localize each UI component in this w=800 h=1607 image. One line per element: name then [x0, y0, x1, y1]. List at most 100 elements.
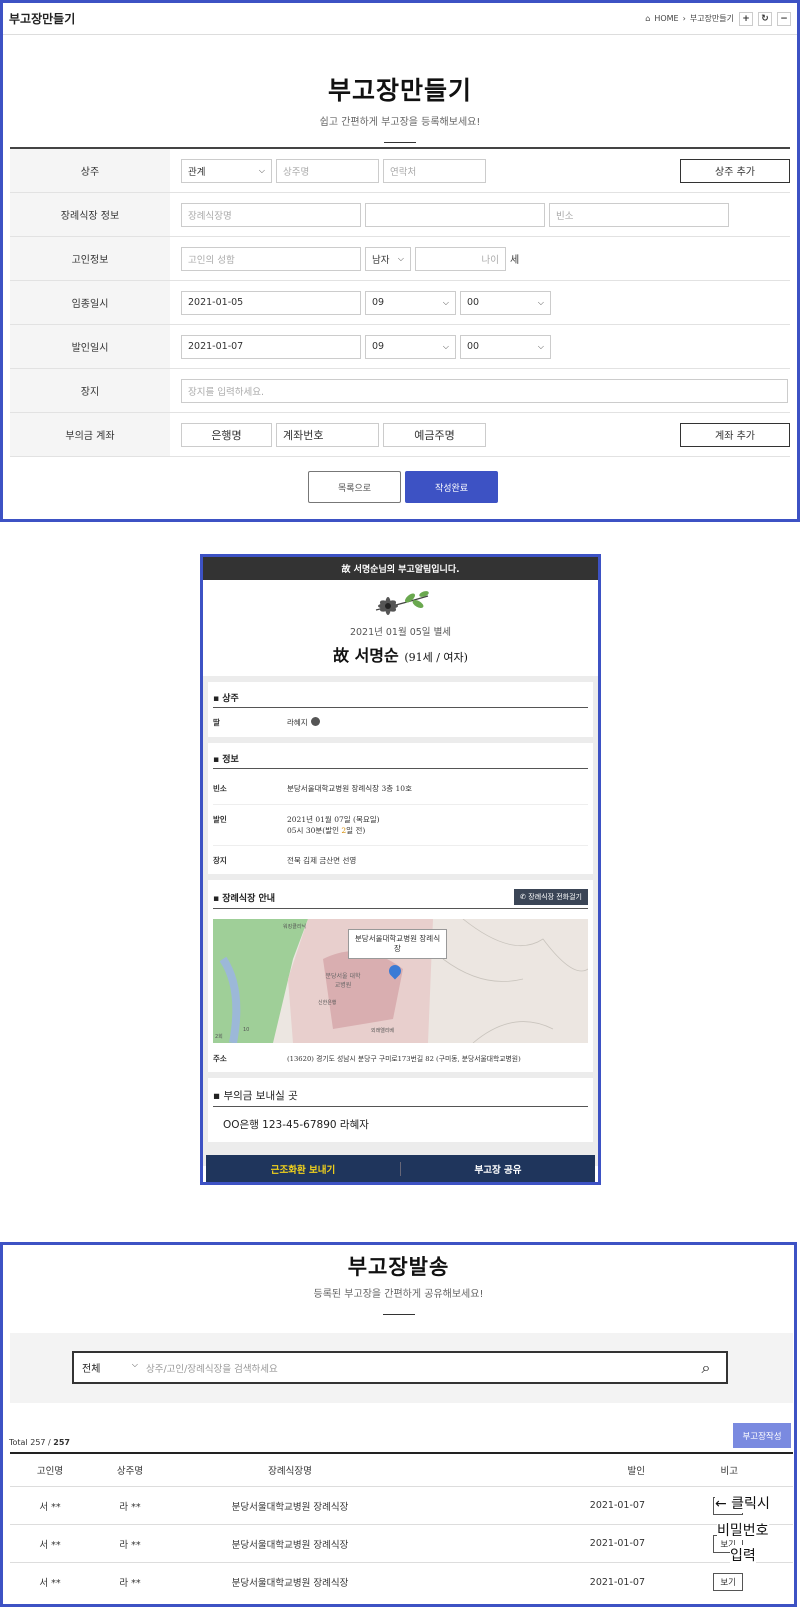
bank-name-input[interactable]: 은행명 — [181, 422, 272, 447]
title-divider — [384, 142, 416, 143]
phone-icon[interactable] — [310, 717, 320, 726]
relation-select[interactable]: 관계 ⌵ — [181, 158, 272, 183]
form-row-burial-place: 장지 장지를 입력하세요. — [10, 369, 790, 413]
room-key: 빈소 — [213, 784, 227, 793]
send-wreath-button[interactable]: 근조화환 보내기 — [206, 1162, 400, 1176]
send-subtitle: 등록된 부고장을 간편하게 공유해보세요! — [313, 1289, 484, 1300]
mourner-contact-input[interactable]: 연락처 — [383, 158, 486, 183]
page-title: 부고장만들기 — [327, 76, 472, 105]
flower-icon — [203, 586, 598, 620]
search-bar: 전체 ⌵ 상주/고인/장례식장을 검색하세요 ⌕ — [72, 1351, 728, 1384]
place-key: 장지 — [213, 856, 227, 865]
table-row[interactable]: 서 ** 라 ** 분당서울대학교병원 장례식장 2021-01-07 보기 — [10, 1563, 793, 1601]
home-icon[interactable]: ⌂ — [645, 14, 650, 23]
share-obituary-button[interactable]: 부고장 공유 — [401, 1162, 595, 1176]
obituary-preview-panel: 故 서명순님의 부고알림입니다. 2021년 01월 05일 별세 故 서명순 … — [200, 554, 601, 1185]
col-deceased: 고인명 — [36, 1466, 64, 1477]
breadcrumb-home[interactable]: HOME — [654, 14, 678, 23]
table-row[interactable]: 서 ** 라 ** 분당서울대학교병원 장례식장 2021-01-07 보기 — [10, 1525, 793, 1563]
map[interactable]: 분당서울대학교병원 장례식 장 워킹클리닉 분당서울 대학교병원 신한은행 외래… — [213, 919, 588, 1043]
table-row[interactable]: 서 ** 라 ** 분당서울대학교병원 장례식장 2021-01-07 보기 — [10, 1487, 793, 1525]
map-label: 10 — [243, 1027, 250, 1033]
form-row-funeral-hall: 장례식장 정보 장례식장명 빈소 — [10, 193, 790, 237]
submit-button[interactable]: 작성완료 — [405, 471, 498, 503]
breadcrumb-separator: › — [682, 14, 686, 23]
form-row-burial-date: 발인일시 2021-01-07 09 ⌵ 00 ⌵ — [10, 325, 790, 369]
search-area: 전체 ⌵ 상주/고인/장례식장을 검색하세요 ⌕ — [10, 1333, 793, 1403]
label-deceased: 고인정보 — [10, 237, 170, 280]
mourner-name: 라혜지 — [287, 718, 308, 727]
funeral-hall-extra-input[interactable] — [365, 202, 545, 227]
add-mourner-button[interactable]: 상주 추가 — [680, 158, 790, 183]
burial-key: 발인 — [213, 815, 227, 824]
search-icon[interactable]: ⌕ — [686, 1358, 726, 1378]
chevron-down-icon: ⌵ — [258, 165, 265, 175]
call-hall-button[interactable]: ✆ 장례식장 전화걸기 — [514, 889, 588, 905]
col-action: 비고 — [720, 1466, 738, 1477]
mourner-card: ▪ 상주 딸 라혜지 — [203, 676, 598, 743]
chevron-down-icon: ⌵ — [442, 297, 449, 307]
preview-header: 故 서명순님의 부고알림입니다. — [203, 557, 598, 580]
map-label: 2회 — [215, 1034, 223, 1040]
add-account-button[interactable]: 계좌 추가 — [680, 422, 790, 447]
mourner-name-input[interactable]: 상주명 — [276, 158, 379, 183]
table-header: 고인명 상주명 장례식장명 발인 비고 — [10, 1454, 793, 1487]
burial-place-input[interactable]: 장지를 입력하세요. — [181, 378, 788, 403]
form-row-deceased: 고인정보 고인의 성함 남자 ⌵ 나이 세 — [10, 237, 790, 281]
annotation-input: 입력 — [730, 1545, 756, 1565]
age-unit: 세 — [510, 255, 520, 266]
breadcrumb: ⌂ HOME › 부고장만들기 + ↻ − — [645, 11, 791, 26]
label-burial-place: 장지 — [10, 369, 170, 412]
chevron-down-icon: ⌵ — [131, 1360, 138, 1369]
room-value: 분당서울대학교병원 장례식장 3층 10호 — [287, 784, 412, 793]
mourner-relation: 딸 — [213, 718, 220, 727]
death-minute-select[interactable]: 00 ⌵ — [460, 290, 551, 315]
place-value: 전북 김제 금산면 선영 — [287, 856, 357, 865]
donation-card: ▪ 부의금 보내실 곳 OO은행 123-45-67890 라혜자 — [203, 1078, 598, 1145]
burial-hour-select[interactable]: 09 ⌵ — [365, 334, 456, 359]
new-obituary-button[interactable]: 부고장작성 — [733, 1423, 791, 1448]
refresh-icon[interactable]: ↻ — [758, 11, 772, 26]
funeral-room-input[interactable]: 빈소 — [549, 202, 729, 227]
account-number-input[interactable]: 계좌번호 — [276, 422, 379, 447]
minus-icon[interactable]: − — [777, 11, 791, 26]
deceased-name: 故 서명순 — [333, 646, 399, 665]
chevron-down-icon: ⌵ — [537, 297, 544, 307]
hall-card: ▪ 장례식장 안내 ✆ 장례식장 전화걸기 분당서울대학교병원 장례식 장 워킹클… — [203, 880, 598, 1078]
plus-icon[interactable]: + — [739, 11, 753, 26]
total-count: Total 257 / 257 — [9, 1438, 70, 1447]
address-value: (13620) 경기도 성남시 분당구 구미로173번길 82 (구미동, 분당… — [287, 1055, 521, 1063]
burial-value-date: 2021년 01월 07일 (목요일) — [287, 815, 380, 824]
view-button[interactable]: 보기 — [713, 1573, 743, 1591]
death-hour-select[interactable]: 09 ⌵ — [365, 290, 456, 315]
donation-section-title: 부의금 보내실 곳 — [223, 1090, 298, 1102]
info-card: ▪ 정보 빈소 분당서울대학교병원 장례식장 3층 10호 발인 2021년 01월… — [203, 743, 598, 880]
chevron-down-icon: ⌵ — [442, 341, 449, 351]
preview-action-bar: 근조화환 보내기 부고장 공유 — [206, 1155, 595, 1182]
search-filter-select[interactable]: 전체 ⌵ — [74, 1360, 146, 1375]
map-label: 신한은행 — [318, 1000, 337, 1006]
burial-date-input[interactable]: 2021-01-07 — [181, 334, 361, 359]
address-key: 주소 — [213, 1054, 227, 1063]
search-input[interactable]: 상주/고인/장례식장을 검색하세요 — [146, 1361, 686, 1375]
deceased-name-input[interactable]: 고인의 성함 — [181, 246, 361, 271]
death-date-input[interactable]: 2021-01-05 — [181, 290, 361, 315]
chevron-down-icon: ⌵ — [537, 341, 544, 351]
age-input[interactable]: 나이 — [415, 246, 506, 271]
age-gender: (91세 / 여자) — [404, 651, 468, 664]
title-divider — [382, 1314, 415, 1315]
donation-account: OO은행 123-45-67890 라혜자 — [223, 1119, 369, 1131]
obituary-form: 상주 관계 ⌵ 상주명 연락처 상주 추가 장례식장 정보 장례식장명 빈소 고인… — [10, 147, 790, 457]
map-label: 워킹클리닉 — [283, 924, 307, 930]
map-label: 분당서울 대학교병원 — [325, 973, 361, 989]
account-holder-input[interactable]: 예금주명 — [383, 422, 486, 447]
gender-select[interactable]: 남자 ⌵ — [365, 246, 411, 271]
mourner-section-title: 상주 — [222, 694, 239, 704]
burial-minute-select[interactable]: 00 ⌵ — [460, 334, 551, 359]
funeral-hall-name-input[interactable]: 장례식장명 — [181, 202, 361, 227]
label-burial-date: 발인일시 — [10, 325, 170, 368]
create-obituary-panel: 부고장만들기 ⌂ HOME › 부고장만들기 + ↻ − 부고장만들기 쉽고 간… — [0, 0, 800, 522]
breadcrumb-current: 부고장만들기 — [689, 14, 734, 23]
cell-date: 2021-01-07 — [589, 1576, 645, 1588]
back-to-list-button[interactable]: 목록으로 — [308, 471, 401, 503]
